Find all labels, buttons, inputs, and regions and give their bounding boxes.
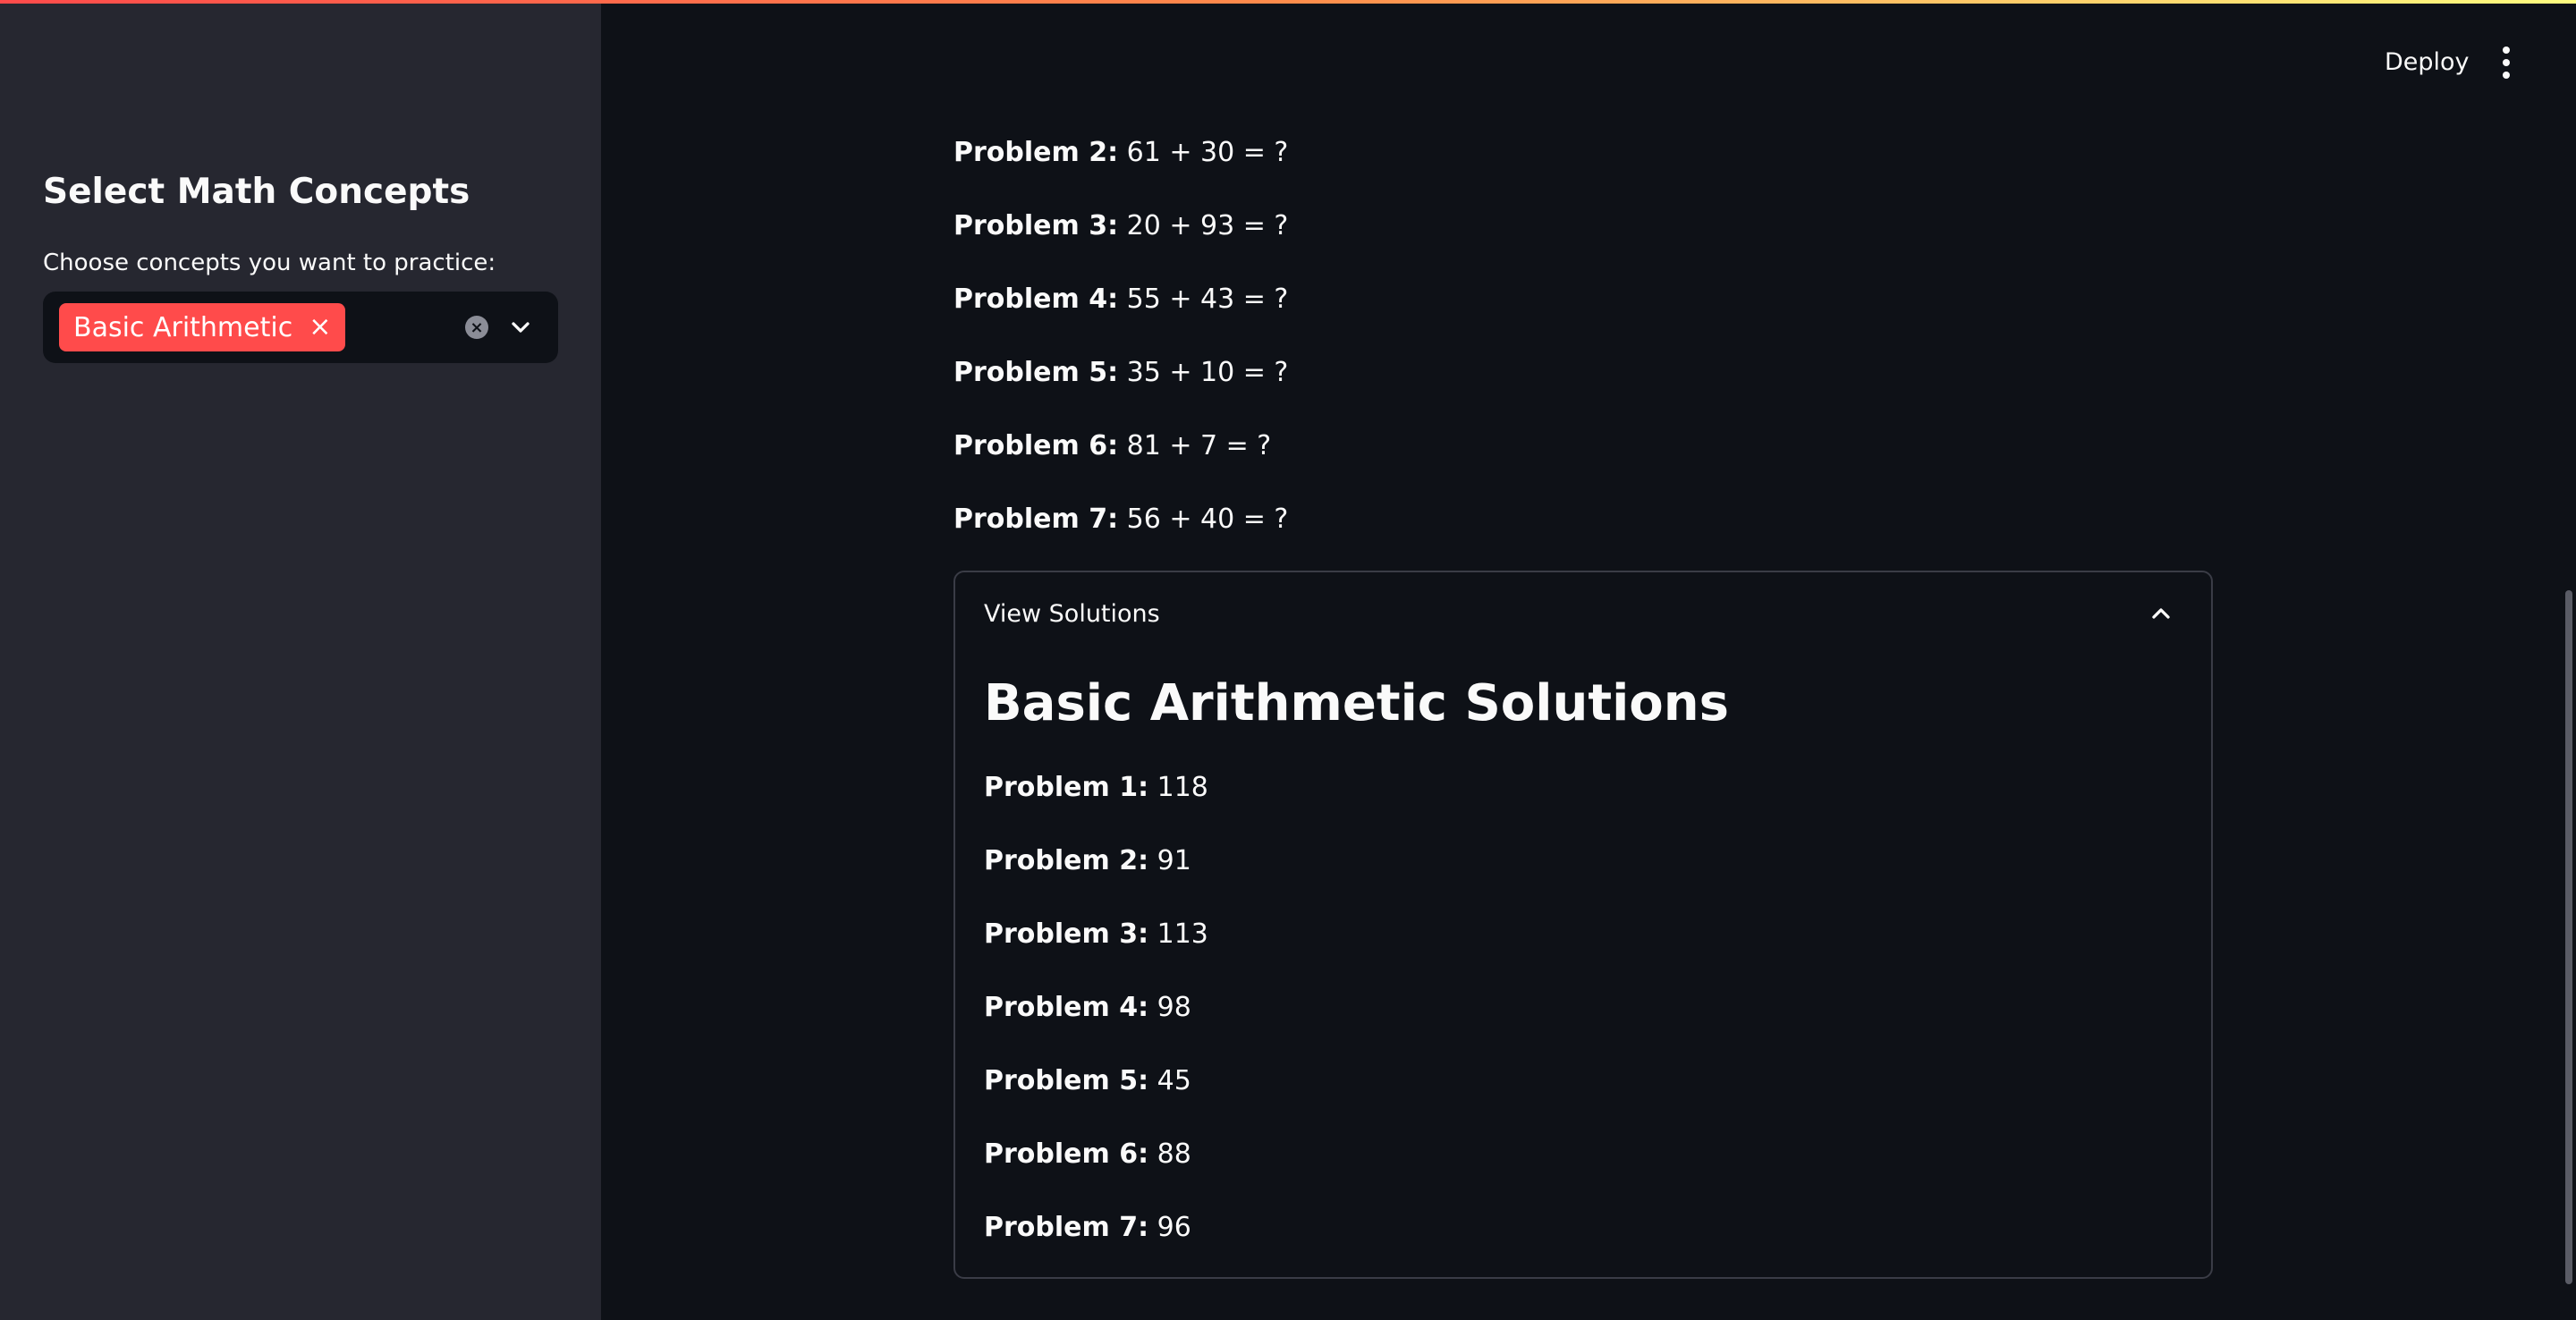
solution-label: Problem 5:	[984, 1065, 1149, 1096]
solution-label: Problem 2:	[984, 845, 1149, 876]
solution-label: Problem 6:	[984, 1138, 1149, 1170]
problem-label: Problem 3:	[953, 210, 1119, 241]
solution-item: Problem 2: 91	[984, 839, 2147, 912]
concepts-multiselect[interactable]: Basic Arithmetic × ×	[43, 292, 558, 363]
solution-label: Problem 3:	[984, 918, 1149, 950]
expander-header[interactable]: View Solutions	[955, 572, 2211, 655]
problem-text: 55 + 43 = ?	[1126, 283, 1289, 315]
solution-item: Problem 3: 113	[984, 912, 2147, 986]
problem-text: 61 + 30 = ?	[1126, 137, 1289, 168]
solution-label: Problem 7:	[984, 1212, 1149, 1243]
problem-text: 56 + 40 = ?	[1126, 503, 1289, 535]
problem-label: Problem 5:	[953, 357, 1119, 388]
problem-item: Problem 2: 61 + 30 = ?	[953, 131, 2206, 204]
problem-label: Problem 7:	[953, 503, 1119, 535]
problem-label: Problem 2:	[953, 137, 1119, 168]
chevron-down-icon[interactable]	[506, 313, 535, 342]
selected-tag-basic-arithmetic: Basic Arithmetic ×	[59, 303, 346, 351]
problem-label: Problem 4:	[953, 283, 1119, 315]
solutions-expander: View Solutions Basic Arithmetic Solution…	[953, 571, 2213, 1279]
solution-item: Problem 4: 98	[984, 986, 2147, 1059]
problem-text: 81 + 7 = ?	[1126, 430, 1272, 461]
problem-label: Problem 6:	[953, 430, 1119, 461]
problem-item: Problem 4: 55 + 43 = ?	[953, 277, 2206, 351]
solution-answer: 91	[1157, 845, 1191, 876]
solution-answer: 113	[1157, 918, 1208, 950]
problem-item: Problem 5: 35 + 10 = ?	[953, 351, 2206, 424]
problem-text: 35 + 10 = ?	[1126, 357, 1289, 388]
sidebar-title: Select Math Concepts	[43, 172, 470, 212]
expander-title: View Solutions	[984, 600, 1160, 628]
solution-item: Problem 6: 88	[984, 1132, 2147, 1206]
problem-list: Problem 2: 61 + 30 = ? Problem 3: 20 + 9…	[953, 131, 2206, 571]
solution-answer: 98	[1157, 992, 1191, 1023]
tag-remove-icon[interactable]: ×	[309, 314, 331, 341]
solution-item: Problem 5: 45	[984, 1059, 2147, 1132]
problem-item: Problem 7: 56 + 40 = ?	[953, 497, 2206, 571]
solutions-heading: Basic Arithmetic Solutions	[984, 674, 1729, 732]
page-scrollbar[interactable]	[2565, 590, 2572, 1284]
problem-item: Problem 3: 20 + 93 = ?	[953, 204, 2206, 277]
solution-item: Problem 1: 118	[984, 766, 2147, 839]
problem-item: Problem 6: 81 + 7 = ?	[953, 424, 2206, 497]
solution-answer: 45	[1157, 1065, 1191, 1096]
solution-answer: 96	[1157, 1212, 1191, 1243]
vertical-ellipsis-icon[interactable]	[2492, 45, 2521, 80]
top-decoration-bar	[0, 0, 2576, 4]
sidebar: Select Math Concepts Choose concepts you…	[0, 0, 601, 1320]
chevron-up-icon[interactable]	[2147, 599, 2175, 628]
solution-answer: 118	[1157, 772, 1208, 803]
solution-answer: 88	[1157, 1138, 1191, 1170]
tag-label: Basic Arithmetic	[73, 311, 293, 343]
solution-label: Problem 1:	[984, 772, 1149, 803]
solution-list: Problem 1: 118 Problem 2: 91 Problem 3: …	[984, 766, 2147, 1279]
deploy-button[interactable]: Deploy	[2368, 41, 2486, 84]
solution-label: Problem 4:	[984, 992, 1149, 1023]
problem-text: 20 + 93 = ?	[1126, 210, 1289, 241]
clear-selection-icon[interactable]: ×	[465, 316, 488, 339]
solution-item: Problem 7: 96	[984, 1206, 2147, 1279]
concepts-select-label: Choose concepts you want to practice:	[43, 250, 496, 276]
